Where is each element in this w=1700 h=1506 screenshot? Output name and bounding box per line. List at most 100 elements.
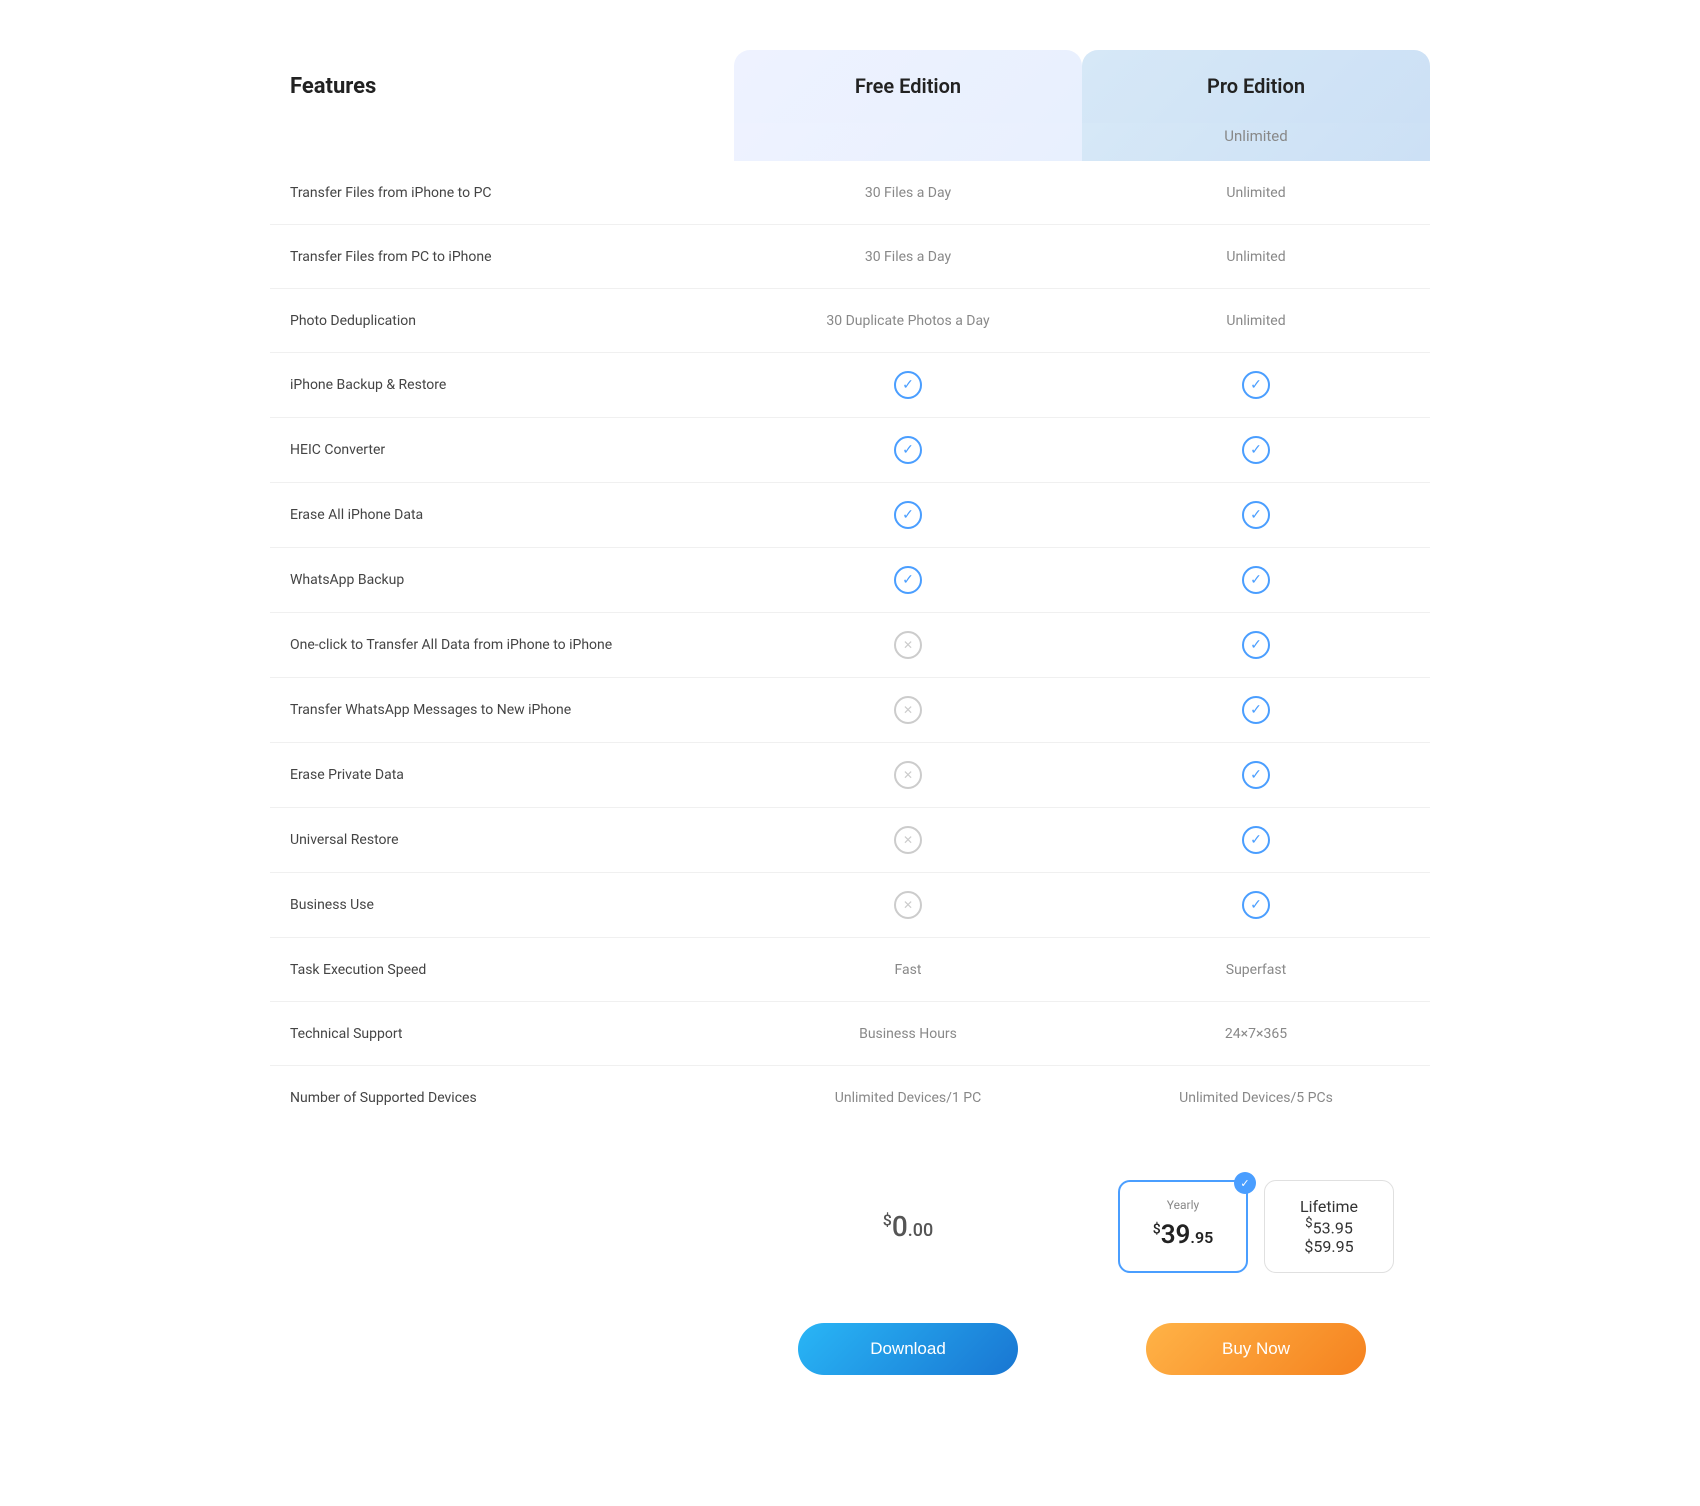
feature-pro-3: ✓ (1082, 353, 1430, 417)
feature-free-11: ✕ (734, 873, 1082, 937)
yearly-selected-check: ✓ (1234, 1172, 1256, 1194)
free-edition-header: Free Edition (734, 50, 1082, 123)
feature-row: Universal Restore ✕ ✓ (270, 808, 1430, 873)
feature-free-9: ✕ (734, 743, 1082, 807)
feature-row: Erase All iPhone Data ✓ ✓ (270, 483, 1430, 548)
yearly-cents: .95 (1190, 1228, 1213, 1247)
feature-free-6: ✓ (734, 548, 1082, 612)
feature-name-9: Erase Private Data (270, 749, 734, 801)
feature-row: WhatsApp Backup✓✓ (270, 548, 1430, 613)
yearly-symbol: $ (1153, 1221, 1161, 1237)
feature-row: Business Use ✕ ✓ (270, 873, 1430, 938)
features-header: Features (270, 50, 734, 123)
feature-name-5: Erase All iPhone Data (270, 489, 734, 541)
feature-name-10: Universal Restore (270, 814, 734, 866)
features-subheader (270, 123, 734, 161)
x-icon: ✕ (894, 826, 922, 854)
feature-pro-1: Unlimited (1082, 231, 1430, 283)
feature-pro-10: ✓ (1082, 808, 1430, 872)
feature-free-13: Business Hours (734, 1008, 1082, 1060)
feature-pro-7: ✓ (1082, 613, 1430, 677)
feature-pro-12: Superfast (1082, 944, 1430, 996)
feature-pro-9: ✓ (1082, 743, 1430, 807)
buy-btn-area: Buy Now (1082, 1323, 1430, 1375)
check-icon: ✓ (1242, 501, 1270, 529)
lifetime-label: Lifetime (1285, 1197, 1373, 1216)
feature-row: One-click to Transfer All Data from iPho… (270, 613, 1430, 678)
feature-name-12: Task Execution Speed (270, 944, 734, 996)
check-icon: ✓ (1242, 566, 1270, 594)
feature-pro-8: ✓ (1082, 678, 1430, 742)
free-price-cents: .00 (908, 1220, 933, 1241)
feature-free-4: ✓ (734, 418, 1082, 482)
check-icon: ✓ (894, 501, 922, 529)
feature-name-3: iPhone Backup & Restore (270, 359, 734, 411)
feature-free-2: 30 Duplicate Photos a Day (734, 295, 1082, 347)
feature-pro-4: ✓ (1082, 418, 1430, 482)
check-icon: ✓ (1242, 436, 1270, 464)
feature-pro-6: ✓ (1082, 548, 1430, 612)
download-button[interactable]: Download (798, 1323, 1018, 1375)
yearly-amount: $39.95 (1140, 1220, 1226, 1250)
feature-row: Transfer Files from PC to iPhone30 Files… (270, 225, 1430, 289)
free-price: $0.00 (754, 1210, 1062, 1243)
feature-pro-0: Unlimited (1082, 167, 1430, 219)
check-icon: ✓ (1242, 696, 1270, 724)
feature-free-7: ✕ (734, 613, 1082, 677)
feature-row: Task Execution SpeedFastSuperfast (270, 938, 1430, 1002)
feature-name-4: HEIC Converter (270, 424, 734, 476)
check-icon: ✓ (1242, 826, 1270, 854)
feature-row: Transfer WhatsApp Messages to New iPhone… (270, 678, 1430, 743)
feature-row: Transfer Files from iPhone to PC30 Files… (270, 161, 1430, 225)
feature-free-8: ✕ (734, 678, 1082, 742)
check-icon: ✓ (1242, 371, 1270, 399)
feature-name-1: Transfer Files from PC to iPhone (270, 231, 734, 283)
feature-free-10: ✕ (734, 808, 1082, 872)
x-icon: ✕ (894, 891, 922, 919)
feature-name-13: Technical Support (270, 1008, 734, 1060)
feature-row: HEIC Converter✓✓ (270, 418, 1430, 483)
feature-row: Photo Deduplication30 Duplicate Photos a… (270, 289, 1430, 353)
pricing-free: $0.00 (734, 1190, 1082, 1263)
feature-name-0: Transfer Files from iPhone to PC (270, 167, 734, 219)
feature-pro-2: Unlimited (1082, 295, 1430, 347)
feature-name-14: Number of Supported Devices (270, 1072, 734, 1124)
free-price-main: 0 (892, 1210, 908, 1243)
feature-row: iPhone Backup & Restore ✓ ✓ (270, 353, 1430, 418)
feature-row: Technical SupportBusiness Hours24×7×365 (270, 1002, 1430, 1066)
buttons-row: Download Buy Now (270, 1313, 1430, 1405)
buy-now-button[interactable]: Buy Now (1146, 1323, 1366, 1375)
feature-pro-11: ✓ (1082, 873, 1430, 937)
free-subheader (734, 123, 1082, 161)
check-icon: ✓ (1242, 891, 1270, 919)
pro-subheader: Unlimited (1082, 123, 1430, 161)
feature-name-7: One-click to Transfer All Data from iPho… (270, 619, 734, 671)
check-icon: ✓ (1242, 761, 1270, 789)
lifetime-amount: $53.95 (1285, 1216, 1373, 1237)
feature-pro-13: 24×7×365 (1082, 1008, 1430, 1060)
feature-name-11: Business Use (270, 879, 734, 931)
lifetime-price-card[interactable]: Lifetime $53.95 $59.95 (1264, 1180, 1394, 1273)
yearly-label: Yearly (1140, 1198, 1226, 1212)
subheader-row: Unlimited (270, 123, 1430, 161)
header-row: Features Free Edition Pro Edition (270, 50, 1430, 123)
feature-free-12: Fast (734, 944, 1082, 996)
feature-free-0: 30 Files a Day (734, 167, 1082, 219)
lifetime-original: $59.95 (1285, 1237, 1373, 1256)
feature-free-3: ✓ (734, 353, 1082, 417)
feature-free-5: ✓ (734, 483, 1082, 547)
check-icon: ✓ (1242, 631, 1270, 659)
check-icon: ✓ (894, 371, 922, 399)
lifetime-symbol: $ (1305, 1216, 1313, 1231)
feature-name-8: Transfer WhatsApp Messages to New iPhone (270, 684, 734, 736)
feature-name-2: Photo Deduplication (270, 295, 734, 347)
features-container: Transfer Files from iPhone to PC30 Files… (270, 161, 1430, 1130)
lifetime-cents: .95 (1331, 1218, 1353, 1237)
yearly-price-card[interactable]: ✓ Yearly $39.95 (1118, 1180, 1248, 1273)
yearly-main: 39 (1161, 1220, 1191, 1250)
feature-free-14: Unlimited Devices/1 PC (734, 1072, 1082, 1124)
feature-pro-14: Unlimited Devices/5 PCs (1082, 1072, 1430, 1124)
pro-edition-header: Pro Edition (1082, 50, 1430, 123)
x-icon: ✕ (894, 761, 922, 789)
feature-row: Number of Supported DevicesUnlimited Dev… (270, 1066, 1430, 1130)
